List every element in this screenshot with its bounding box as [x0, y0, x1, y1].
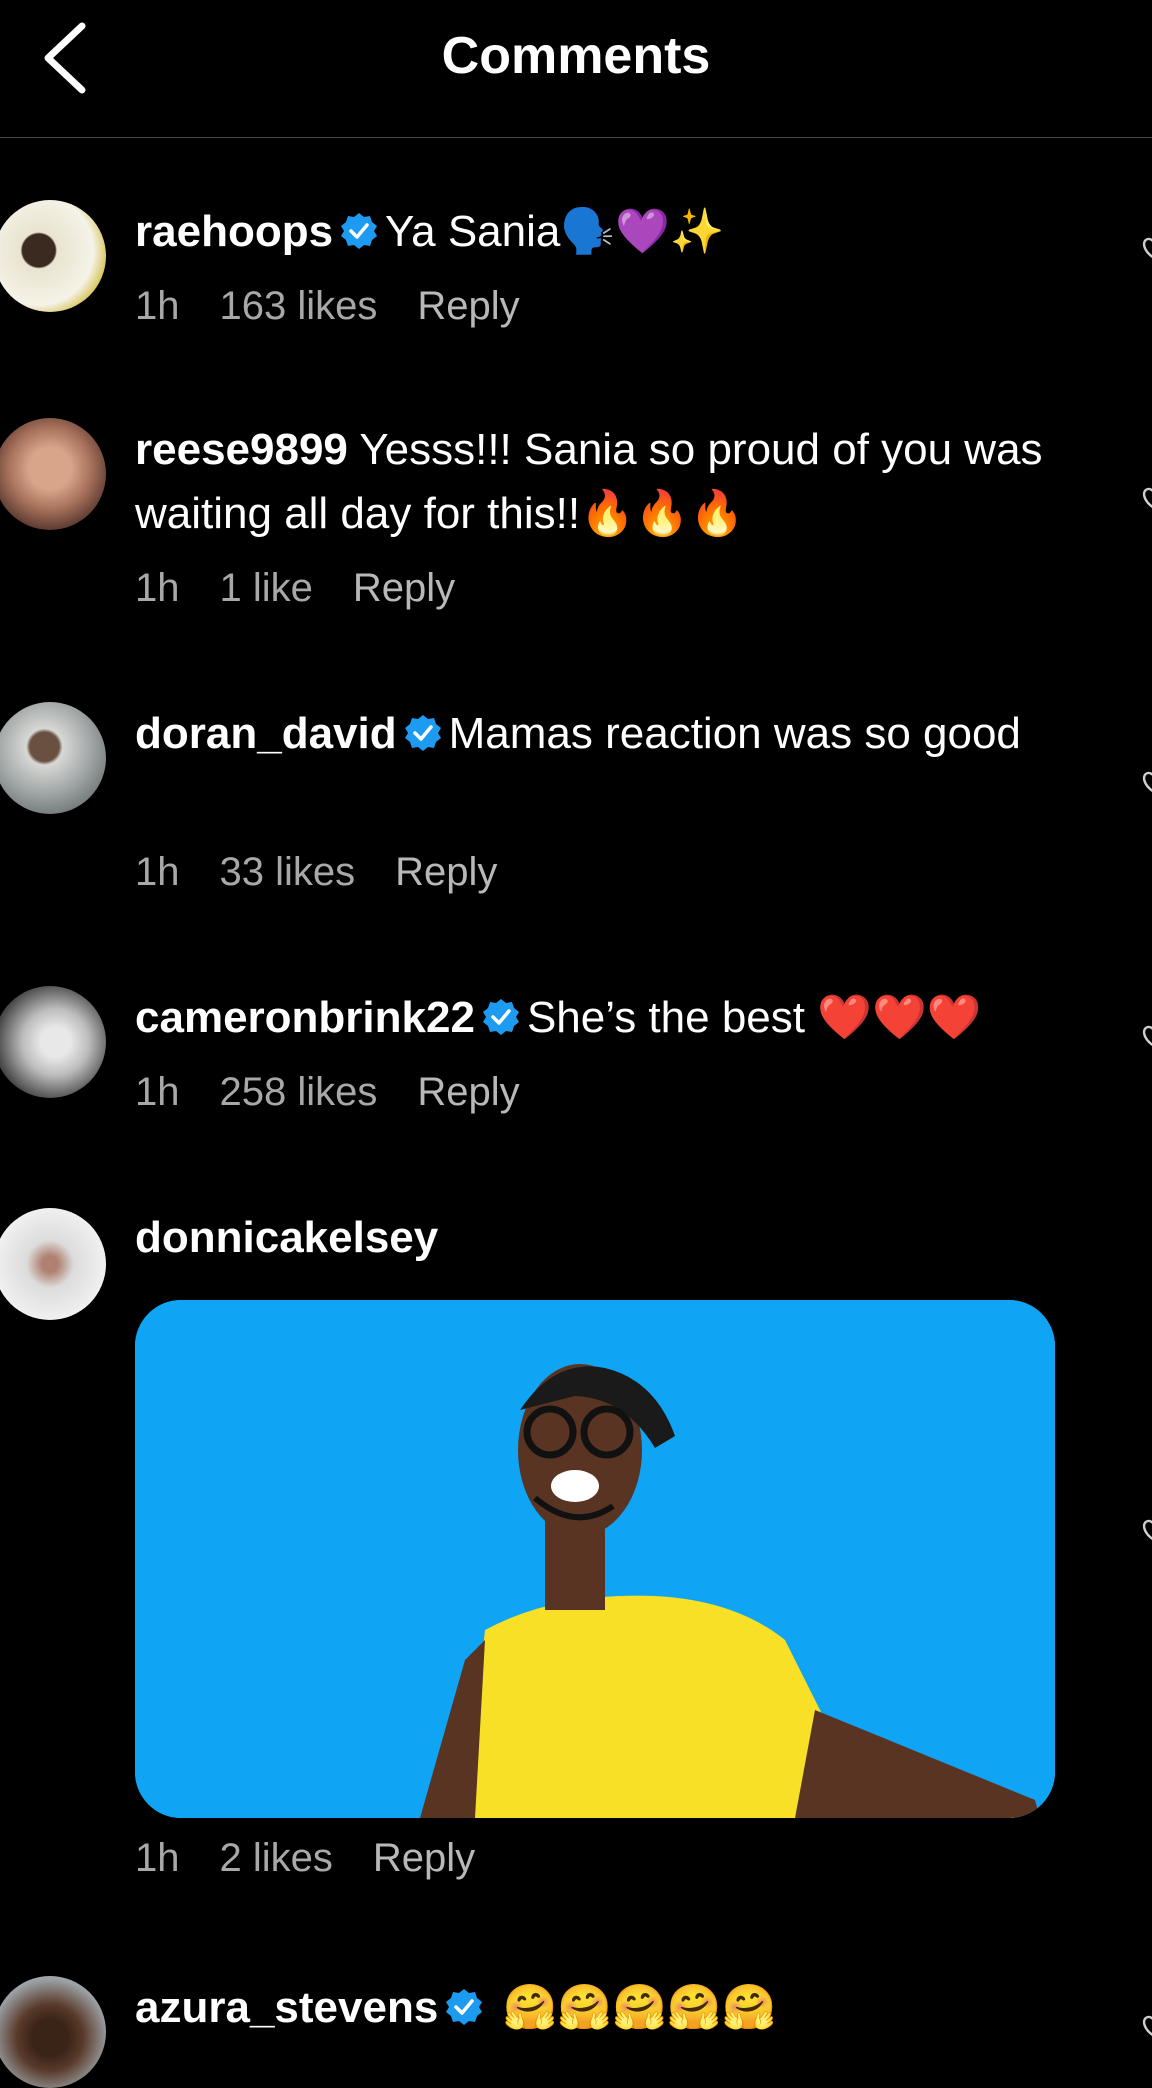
- avatar[interactable]: [0, 986, 106, 1098]
- like-count[interactable]: 2 likes: [220, 1836, 333, 1880]
- verified-badge-icon: [446, 1989, 483, 2025]
- comment-time: 1h: [135, 284, 180, 328]
- like-count[interactable]: 1 like: [220, 566, 313, 610]
- like-count[interactable]: 163 likes: [220, 284, 378, 328]
- verified-badge-icon: [341, 213, 378, 249]
- header: Comments: [0, 0, 1152, 138]
- comment-text: She’s the best: [526, 993, 805, 1042]
- comment-body: doran_david Mamas reaction was so good: [135, 702, 1080, 766]
- avatar[interactable]: [0, 418, 106, 530]
- verified-badge-icon: [404, 715, 441, 751]
- reply-button[interactable]: Reply: [417, 1070, 519, 1114]
- comment-text: Mamas reaction was so good: [448, 709, 1021, 758]
- gif-image[interactable]: [135, 1300, 1055, 1818]
- comment-meta: 1h 163 likes Reply: [135, 284, 560, 329]
- like-count[interactable]: 258 likes: [220, 1070, 378, 1114]
- comment-body: reese9899 Yesss!!! Sania so proud of you…: [135, 418, 1080, 546]
- like-count[interactable]: 33 likes: [220, 850, 356, 894]
- comment-time: 1h: [135, 1836, 180, 1880]
- gif-illustration: [135, 1300, 1055, 1818]
- comment-meta: 1h 2 likes Reply: [135, 1836, 515, 1881]
- username[interactable]: azura_stevens: [135, 1983, 438, 2032]
- avatar[interactable]: [0, 1976, 106, 2088]
- like-heart-icon[interactable]: [1140, 1516, 1152, 1544]
- like-heart-icon[interactable]: [1140, 484, 1152, 512]
- comment-text: Ya Sania: [385, 207, 561, 256]
- avatar[interactable]: [0, 200, 106, 312]
- comment-emojis: 🗣️💜✨: [560, 206, 725, 257]
- comment-meta: 1h 33 likes Reply: [135, 850, 537, 895]
- username[interactable]: cameronbrink22: [135, 993, 475, 1042]
- comment-body: azura_stevens 🤗🤗🤗🤗🤗: [135, 1976, 1080, 2040]
- username[interactable]: raehoops: [135, 207, 333, 256]
- reply-button[interactable]: Reply: [395, 850, 497, 894]
- avatar[interactable]: [0, 1208, 106, 1320]
- comment-body: cameronbrink22 She’s the best ❤️❤️❤️: [135, 986, 1080, 1050]
- comment-meta: 1h 258 likes Reply: [135, 1070, 560, 1115]
- comment-emojis: ❤️❤️❤️: [817, 992, 982, 1043]
- reply-button[interactable]: Reply: [373, 1836, 475, 1880]
- reply-button[interactable]: Reply: [353, 566, 455, 610]
- username[interactable]: reese9899: [135, 425, 348, 474]
- like-heart-icon[interactable]: [1140, 1022, 1152, 1050]
- comment-body: raehoops Ya Sania🗣️💜✨: [135, 200, 1080, 264]
- avatar[interactable]: [0, 702, 106, 814]
- comment-emojis: 🤗🤗🤗🤗🤗: [502, 1982, 777, 2033]
- page-title: Comments: [441, 27, 711, 85]
- comment-time: 1h: [135, 850, 180, 894]
- comment-time: 1h: [135, 1070, 180, 1114]
- comment-emojis: 🔥🔥🔥: [580, 488, 745, 539]
- comment-body: donnicakelsey: [135, 1206, 1080, 1270]
- comment-meta: 1h 1 like Reply: [135, 566, 495, 611]
- username[interactable]: doran_david: [135, 709, 397, 758]
- reply-button[interactable]: Reply: [417, 284, 519, 328]
- verified-badge-icon: [482, 999, 519, 1035]
- comment-time: 1h: [135, 566, 180, 610]
- username[interactable]: donnicakelsey: [135, 1213, 438, 1262]
- like-heart-icon[interactable]: [1140, 234, 1152, 262]
- like-heart-icon[interactable]: [1140, 2012, 1152, 2040]
- like-heart-icon[interactable]: [1140, 768, 1152, 796]
